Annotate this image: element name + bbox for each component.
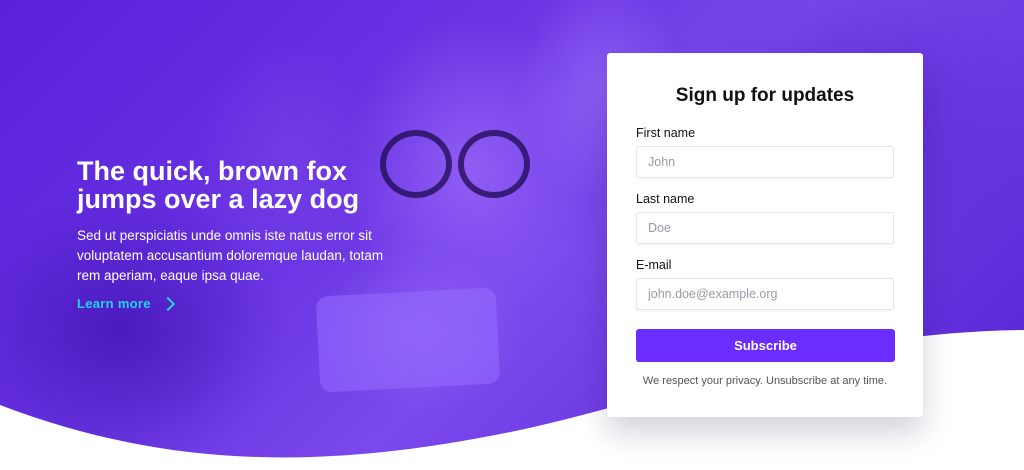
last-name-input[interactable] bbox=[636, 212, 894, 244]
signup-card: Sign up for updates First name Last name… bbox=[607, 53, 923, 417]
hero-headline-line: jumps over a lazy dog bbox=[77, 184, 360, 214]
first-name-label: First name bbox=[636, 126, 696, 140]
chevron-right-icon bbox=[160, 296, 175, 311]
first-name-input[interactable] bbox=[636, 146, 894, 178]
signup-title: Sign up for updates bbox=[675, 85, 855, 106]
learn-more-label: Learn more bbox=[77, 296, 151, 311]
learn-more-link[interactable]: Learn more bbox=[77, 296, 175, 311]
hero-description-line: voluptatem accusantium doloremque laudan… bbox=[77, 248, 384, 263]
email-label: E-mail bbox=[636, 258, 672, 272]
subscribe-button[interactable]: Subscribe bbox=[636, 329, 895, 362]
hero-description: Sed ut perspiciatis unde omnis iste natu… bbox=[77, 226, 427, 286]
privacy-note: We respect your privacy. Unsubscribe at … bbox=[642, 375, 888, 387]
last-name-label: Last name bbox=[636, 192, 695, 206]
hero-description-line: Sed ut perspiciatis unde omnis iste natu… bbox=[77, 228, 372, 243]
hero-headline: The quick, brown fox jumps over a lazy d… bbox=[77, 157, 417, 213]
hero-headline-line: The quick, brown fox bbox=[77, 156, 348, 186]
hero-description-line: rem aperiam, eaque ipsa quae. bbox=[77, 268, 264, 283]
email-input[interactable] bbox=[636, 278, 894, 310]
